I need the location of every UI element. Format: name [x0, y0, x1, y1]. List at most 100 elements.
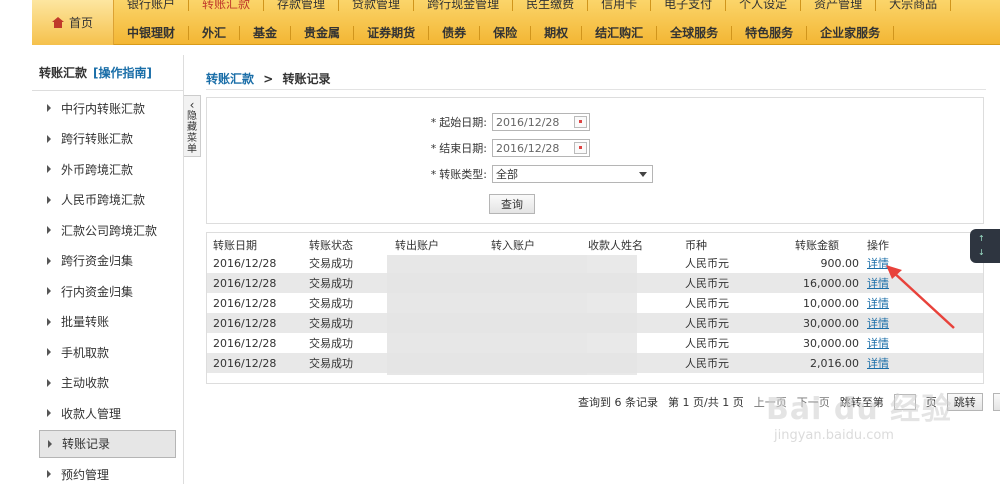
header-status: 转账状态: [309, 239, 353, 252]
cell-amount: 900.00: [820, 256, 860, 270]
nav-item-row2-3[interactable]: 贵金属: [291, 26, 355, 40]
record-count: 查询到 6 条记录: [578, 396, 658, 409]
sidebar-item-label: 收款人管理: [61, 406, 122, 421]
sidebar-item-8[interactable]: 手机取款: [39, 338, 176, 366]
header-amount: 转账金额: [795, 239, 839, 252]
redacted-accounts: [387, 255, 587, 375]
chevron-right-icon: [47, 226, 51, 234]
nav-item-row1-6[interactable]: 信用卡: [588, 0, 652, 11]
chevron-right-icon: [47, 409, 51, 417]
nav-item-row2-4[interactable]: 证券期货: [354, 26, 430, 40]
end-date-label: 结束日期:: [439, 142, 487, 155]
sidebar-item-label: 人民币跨境汇款: [61, 193, 146, 207]
cell-status: 交易成功: [309, 357, 353, 370]
nav-item-row2-9[interactable]: 全球服务: [657, 26, 733, 40]
end-date-row: * 结束日期: 2016/12/28: [422, 139, 590, 157]
sidebar-item-6[interactable]: 行内资金归集: [39, 277, 176, 305]
sidebar-title: 转账汇款: [39, 66, 88, 80]
nav-item-row1-10[interactable]: 大宗商品: [876, 0, 952, 11]
sidebar-item-7[interactable]: 批量转账: [39, 308, 176, 336]
redacted-payee-names: [587, 255, 637, 375]
end-date-input[interactable]: 2016/12/28: [492, 139, 590, 157]
sidebar-item-9[interactable]: 主动收款: [39, 369, 176, 397]
nav-item-row1-1[interactable]: 转账汇款: [189, 0, 265, 11]
cell-amount: 30,000.00: [803, 316, 859, 330]
download-arrow-icon: ↓: [978, 248, 985, 257]
nav-item-row2-6[interactable]: 保险: [480, 26, 532, 40]
nav-item-row1-9[interactable]: 资产管理: [801, 0, 877, 11]
sidebar-item-1[interactable]: 跨行转账汇款: [39, 125, 176, 153]
cell-date: 2016/12/28: [213, 316, 277, 330]
calendar-icon[interactable]: [574, 142, 587, 154]
sidebar-item-label: 预约管理: [61, 467, 110, 482]
transfer-type-select[interactable]: 全部: [492, 165, 653, 183]
sidebar-item-label: 手机取款: [61, 345, 110, 360]
nav-item-row2-10[interactable]: 特色服务: [732, 26, 808, 40]
breadcrumb-divider: [206, 89, 986, 90]
home-icon: [51, 17, 64, 28]
upload-arrow-icon: ↑: [978, 234, 985, 243]
nav-item-row2-5[interactable]: 债券: [429, 26, 481, 40]
nav-item-row2-11[interactable]: 企业家服务: [807, 26, 895, 40]
detail-link[interactable]: 详情: [867, 335, 889, 351]
cell-amount: 16,000.00: [803, 276, 859, 290]
chevron-right-icon: [47, 287, 51, 295]
sidebar-header: 转账汇款 [操作指南]: [32, 55, 183, 91]
nav-item-row1-3[interactable]: 贷款管理: [339, 0, 415, 11]
sidebar-item-2[interactable]: 外币跨境汇款: [39, 155, 176, 183]
calendar-icon[interactable]: [574, 116, 587, 128]
top-navigation: 首页 银行账户 转账汇款 存款管理 贷款管理 跨行现金管理 民生缴费 信用卡 电子支付 个人设定…: [32, 0, 1000, 45]
cell-status: 交易成功: [309, 257, 353, 270]
chevron-right-icon: [47, 104, 51, 112]
detail-link[interactable]: 详情: [867, 355, 889, 371]
chevron-right-icon: [47, 134, 51, 143]
nav-item-row1-4[interactable]: 跨行现金管理: [414, 0, 514, 11]
cell-status: 交易成功: [309, 337, 353, 350]
chevron-right-icon: [47, 195, 51, 204]
floating-speed-widget[interactable]: ↑ ↓: [970, 229, 1000, 263]
sidebar-item-5[interactable]: 跨行资金归集: [39, 247, 176, 275]
cell-currency: 人民币元: [685, 317, 729, 330]
sidebar-item-4[interactable]: 汇款公司跨境汇款: [39, 216, 176, 244]
download-button[interactable]: 下载: [992, 393, 1000, 411]
page-info: 第 1 页/共 1 页: [668, 396, 744, 409]
home-button[interactable]: 首页: [32, 0, 114, 45]
table-header: 转账日期 转账状态 转出账户 转入账户 收款人姓名 币种 转账金额 操作: [207, 235, 983, 255]
breadcrumb-separator: >: [263, 72, 274, 86]
start-date-row: * 起始日期: 2016/12/28: [422, 113, 590, 131]
breadcrumb-parent-link[interactable]: 转账汇款: [206, 72, 254, 86]
nav-item-row2-0[interactable]: 中银理财: [114, 26, 190, 40]
nav-item-row1-8[interactable]: 个人设定: [726, 0, 802, 11]
start-date-input[interactable]: 2016/12/28: [492, 113, 590, 131]
cell-status: 交易成功: [309, 277, 353, 290]
sidebar-item-label: 中行内转账汇款: [61, 101, 146, 116]
operation-guide-link[interactable]: [操作指南]: [93, 64, 152, 81]
hide-menu-tab[interactable]: ‹ 隐 藏 菜 单: [184, 95, 201, 157]
annotation-arrow: [886, 265, 955, 329]
nav-item-row2-2[interactable]: 基金: [240, 26, 292, 40]
sidebar-item-10[interactable]: 收款人管理: [39, 399, 176, 427]
cell-currency: 人民币元: [685, 257, 729, 270]
baidu-jingyan-watermark: Bai du 经验 jingyan.baidu.com: [766, 384, 976, 464]
nav-item-row2-8[interactable]: 结汇购汇: [582, 26, 658, 40]
start-date-label: 起始日期:: [439, 116, 487, 129]
sidebar-item-label: 行内资金归集: [61, 284, 134, 299]
sidebar-item-3[interactable]: 人民币跨境汇款: [39, 186, 176, 214]
nav-item-row1-5[interactable]: 民生缴费: [513, 0, 589, 11]
chevron-right-icon: [47, 317, 51, 326]
nav-item-row2-7[interactable]: 期权: [531, 26, 583, 40]
sidebar-item-0[interactable]: 中行内转账汇款: [39, 94, 176, 122]
nav-item-row1-2[interactable]: 存款管理: [264, 0, 340, 11]
chevron-left-icon: ‹: [189, 98, 195, 112]
sidebar-item-11[interactable]: 转账记录: [39, 429, 176, 458]
chevron-right-icon: [48, 439, 52, 448]
nav-item-row2-1[interactable]: 外汇: [189, 26, 241, 40]
nav-item-row1-0[interactable]: 银行账户: [114, 0, 190, 11]
chevron-right-icon: [47, 378, 51, 387]
sidebar: 转账汇款 [操作指南] 中行内转账汇款跨行转账汇款 外币跨境汇款人民币跨境汇款汇款…: [32, 55, 184, 484]
cell-amount: 2,016.00: [810, 356, 859, 370]
query-button[interactable]: 查询: [489, 194, 535, 214]
cell-date: 2016/12/28: [213, 276, 277, 290]
header-operation: 操作: [867, 239, 889, 252]
nav-item-row1-7[interactable]: 电子支付: [651, 0, 727, 11]
